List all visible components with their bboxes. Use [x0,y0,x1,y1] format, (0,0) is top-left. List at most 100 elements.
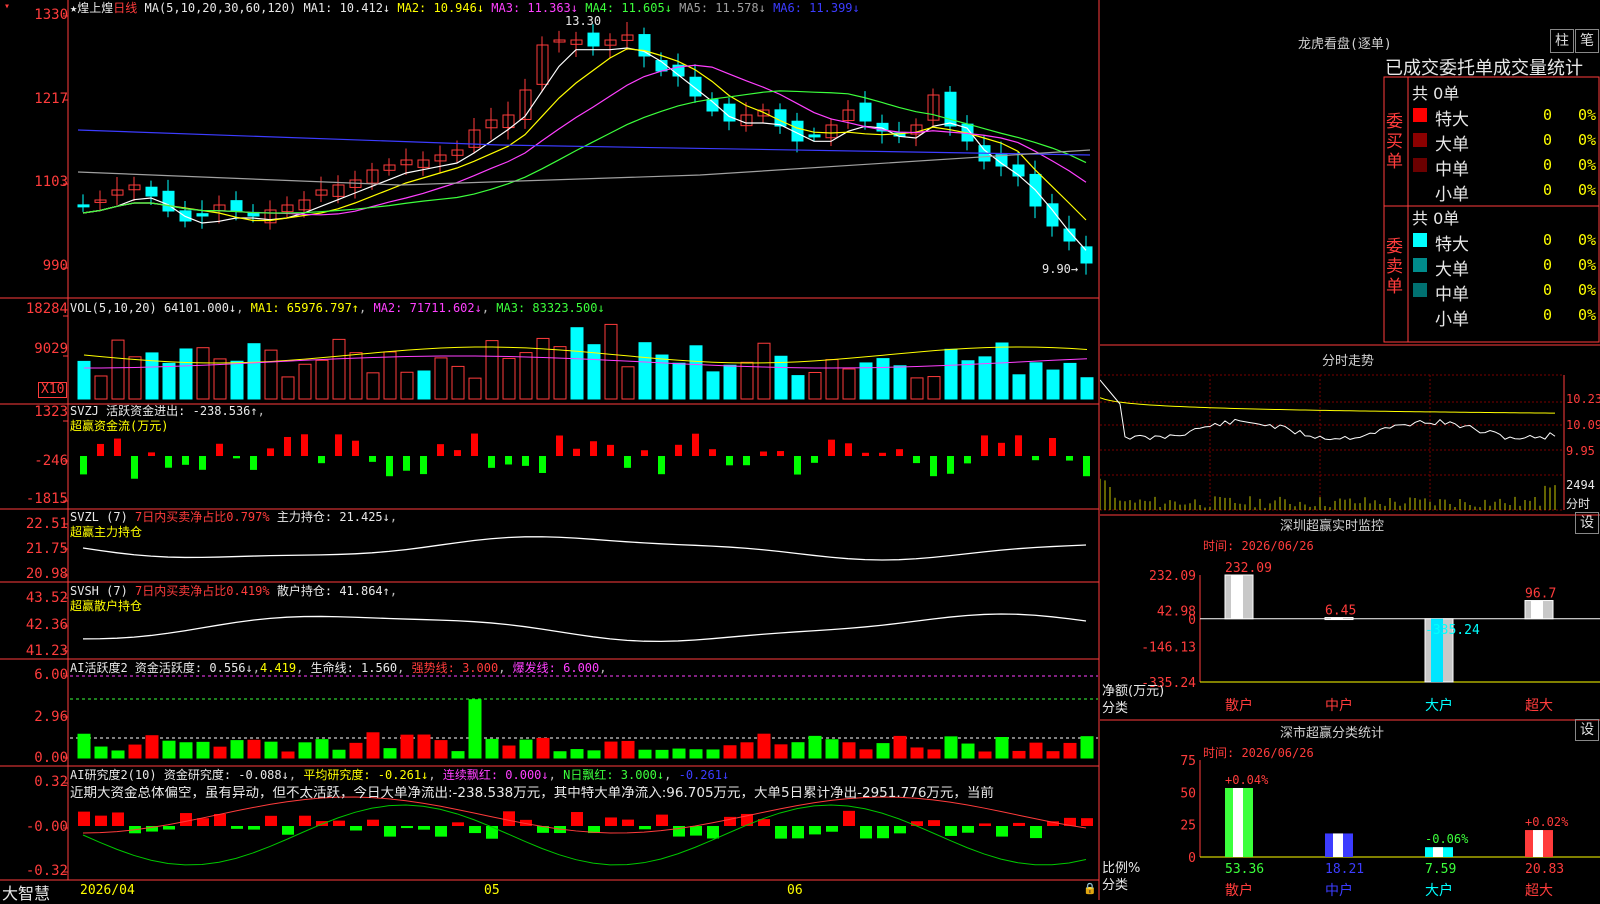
flow-bar [1083,456,1090,477]
classify-category-label: 中户 [1325,882,1353,899]
ai2-ytick: 2.96 [34,709,68,725]
svzl-title: 主力持仓: [276,510,333,524]
sell-row-label: 小单 [1435,310,1469,330]
flow-bar [556,435,563,456]
activity-bar [434,740,448,759]
activity-bar [825,739,839,759]
flow-bar [539,456,546,473]
svzl-ytick: 21.75 [25,541,68,557]
volume-bar [893,365,907,400]
sell-row-pct: 0% [1578,306,1597,324]
ai2-t3: 强势线: [411,661,455,675]
sell-row-count: 0 [1543,256,1553,274]
research-bar [860,826,872,839]
research-bar [1030,826,1042,839]
ai2-v3: 3.000 [462,661,499,675]
monitor-title: 深圳超赢实时监控 [1280,519,1385,534]
research-bar [877,826,889,839]
activity-bar [213,746,227,759]
sell-row-label: 大单 [1435,260,1469,280]
volume-bar [706,371,720,400]
sell-row-count: 0 [1543,306,1553,324]
research-bar [809,826,821,835]
ma-value-ma2: MA2: 10.946↓ [397,1,492,15]
flow-bar [182,456,189,465]
activity-bar [927,749,941,759]
research-bar [95,815,107,826]
monitor-bar-highlight [1531,600,1543,619]
research-bar [333,820,345,826]
buy-swatch [1413,108,1427,122]
volume-bar [876,358,890,400]
flow-bar [1049,437,1056,456]
ai2-header: AI活跃度2 资金活跃度: 0.556↓,4.419, 生命线: 1.560, … [70,661,607,675]
svzl-header: SVZL (7) 7日内买卖净占比0.797% 主力持仓: 21.425↓, [70,510,398,524]
flow-bar [726,456,733,466]
sell-side-label: 委卖单 [1386,237,1403,297]
classify-ytick: 75 [1180,754,1196,769]
svzj-header: SVZJ 活跃资金进出: -238.536↑, [70,404,265,418]
classify-ytick: 50 [1180,786,1196,801]
candle-body [196,213,209,217]
volume-bar [825,359,839,400]
vol-unit-badge[interactable]: X10 [38,382,68,398]
research-bar [350,826,362,831]
monitor-settings-button[interactable]: 设 [1575,512,1599,534]
research-bar [367,819,379,826]
sell-row-pct: 0% [1578,256,1597,274]
volume-bar [128,356,142,400]
right-panel-frame: 232.0942.980-146.13-335.24232.09散户6.45中户… [1100,76,1600,899]
volume-bar [230,360,244,400]
svsh-subtitle: 超赢散户持仓 [70,599,143,613]
activity-bar [502,745,516,759]
research-bar [656,814,668,826]
monitor-xlabel: 分类 [1102,701,1129,716]
svzl-line [82,536,1087,561]
svsh-title: 散户持仓: [276,584,333,598]
flow-bar [284,436,291,456]
volume-bar [468,377,482,400]
vol-ytick: 9029 [34,341,68,357]
air-ytick: -0.00 [25,819,68,835]
period-label[interactable]: 日线 [113,1,137,15]
ai2-ytick: 6.00 [34,667,68,683]
research-bar [911,821,923,826]
tick-mode-button[interactable]: 笔 [1575,29,1599,53]
ma-value-ma3: MA3: 11.363↓ [491,1,586,15]
research-bar [282,826,294,835]
volume-bar [638,342,652,400]
brand-label: 大智慧 [2,884,51,903]
volume-bar [145,352,159,400]
monitor-bar-highlight [1231,575,1243,619]
activity-bar [247,739,261,759]
activity-bar [536,737,550,759]
svzj-title: 活跃资金进出: [106,404,186,418]
research-bar [299,815,311,826]
kline-chart-area[interactable] [0,0,1100,900]
activity-bar [655,749,669,759]
research-bar [401,826,413,829]
ma-value-ma5: MA5: 11.578↓ [679,1,774,15]
lock-icon[interactable]: 🔒 [1083,882,1097,895]
monitor-category-label: 中户 [1325,697,1353,714]
volume-bar [1063,362,1077,400]
classify-settings-button[interactable]: 设 [1575,719,1599,741]
activity-bar [672,748,686,759]
monitor-value-label: 232.09 [1225,561,1272,576]
research-bar [180,813,192,826]
svsh-label: SVSH (7) [70,584,128,598]
intraday-ytick: 10.09 [1566,418,1600,432]
air-ytick: 0.32 [34,774,68,790]
flow-bar [743,456,750,466]
ma-value-ma4: MA4: 11.605↓ [585,1,680,15]
volume-bar [315,359,329,400]
volume-bar [162,362,176,400]
candle-body [587,32,600,47]
buy-row-label: 大单 [1435,135,1469,155]
volume-bar [502,357,516,400]
activity-bar [553,751,567,759]
volume-bar [400,371,414,400]
bar-mode-button[interactable]: 柱 [1550,29,1574,53]
research-bar [503,811,515,826]
corner-menu-icon[interactable]: ▾ [4,1,10,12]
